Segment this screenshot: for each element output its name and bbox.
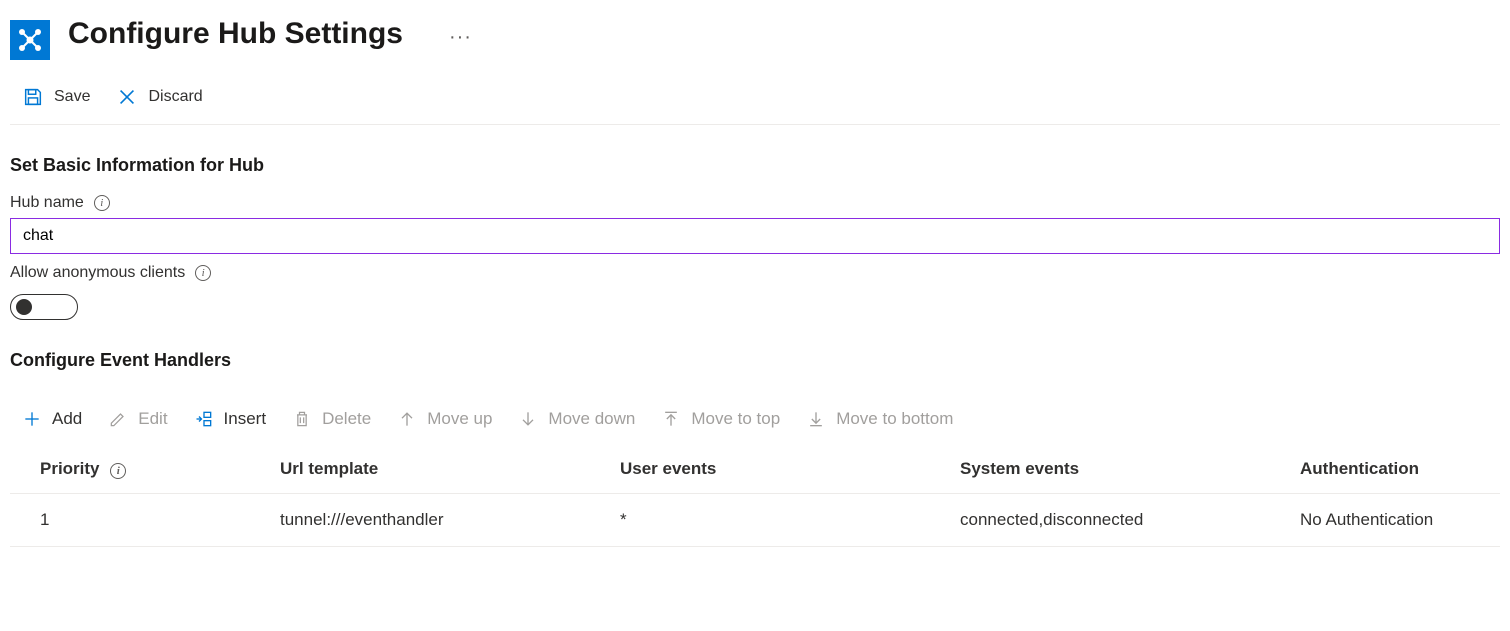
cell-user_events: * (610, 494, 950, 547)
save-icon (22, 86, 44, 108)
page-header: Configure Hub Settings ··· (10, 10, 1500, 76)
hub-name-label-row: Hub name i (10, 194, 1500, 212)
info-icon[interactable]: i (94, 195, 110, 211)
cell-url_template: tunnel:///eventhandler (270, 494, 610, 547)
move-up-label: Move up (427, 409, 492, 429)
allow-anon-toggle[interactable] (10, 294, 78, 320)
col-system-events[interactable]: System events (950, 447, 1290, 494)
handlers-toolbar: Add Edit Insert Delete (10, 389, 1500, 447)
handlers-section-title: Configure Event Handlers (10, 350, 1500, 371)
col-authentication[interactable]: Authentication (1290, 447, 1500, 494)
close-icon (116, 86, 138, 108)
discard-label: Discard (148, 88, 202, 106)
basic-section-title: Set Basic Information for Hub (10, 155, 1500, 176)
col-priority-label: Priority (40, 459, 100, 478)
edit-button[interactable]: Edit (104, 407, 171, 431)
add-label: Add (52, 409, 82, 429)
hub-name-label: Hub name (10, 194, 84, 212)
plus-icon (22, 409, 42, 429)
move-bottom-label: Move to bottom (836, 409, 953, 429)
delete-button[interactable]: Delete (288, 407, 375, 431)
save-button[interactable]: Save (18, 84, 94, 110)
cell-priority: 1 (10, 494, 270, 547)
table-row[interactable]: 1tunnel:///eventhandler*connected,discon… (10, 494, 1500, 547)
allow-anon-label: Allow anonymous clients (10, 264, 185, 282)
discard-button[interactable]: Discard (112, 84, 206, 110)
col-user-events[interactable]: User events (610, 447, 950, 494)
trash-icon (292, 409, 312, 429)
col-url-template[interactable]: Url template (270, 447, 610, 494)
hub-name-input[interactable] (10, 218, 1500, 254)
hub-icon (10, 20, 50, 60)
allow-anon-label-row: Allow anonymous clients i (10, 264, 1500, 282)
info-icon[interactable]: i (110, 463, 126, 479)
add-button[interactable]: Add (18, 407, 86, 431)
insert-icon (194, 409, 214, 429)
insert-button[interactable]: Insert (190, 407, 271, 431)
main-toolbar: Save Discard (10, 76, 1500, 125)
cell-authentication: No Authentication (1290, 494, 1500, 547)
arrow-top-icon (661, 409, 681, 429)
move-top-button[interactable]: Move to top (657, 407, 784, 431)
arrow-up-icon (397, 409, 417, 429)
handlers-table: Priority i Url template User events Syst… (10, 447, 1500, 547)
arrow-bottom-icon (806, 409, 826, 429)
col-priority[interactable]: Priority i (10, 447, 270, 494)
more-actions-icon[interactable]: ··· (449, 26, 472, 49)
delete-label: Delete (322, 409, 371, 429)
move-up-button[interactable]: Move up (393, 407, 496, 431)
arrow-down-icon (518, 409, 538, 429)
page-title: Configure Hub Settings (68, 16, 403, 52)
info-icon[interactable]: i (195, 265, 211, 281)
cell-system_events: connected,disconnected (950, 494, 1290, 547)
move-top-label: Move to top (691, 409, 780, 429)
pencil-icon (108, 409, 128, 429)
move-down-label: Move down (548, 409, 635, 429)
toggle-knob (16, 299, 32, 315)
move-bottom-button[interactable]: Move to bottom (802, 407, 957, 431)
save-label: Save (54, 88, 90, 106)
insert-label: Insert (224, 409, 267, 429)
move-down-button[interactable]: Move down (514, 407, 639, 431)
edit-label: Edit (138, 409, 167, 429)
